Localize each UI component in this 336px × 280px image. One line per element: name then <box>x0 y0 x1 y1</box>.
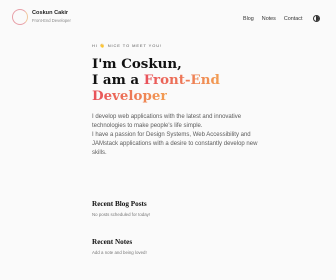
site-header: Coskun Cakir Front-End Developer Blog No… <box>0 0 336 36</box>
recent-notes-title: Recent Notes <box>92 238 133 246</box>
recent-notes-section: Recent Notes Add a note and being loved! <box>92 238 147 255</box>
hero-section: HI 👋 NICE TO MEET YOU! I'm Coskun, I am … <box>92 43 272 158</box>
hero-bio-2: I have a passion for Design Systems, Web… <box>92 132 258 156</box>
recent-notes-empty: Add a note and being loved! <box>92 250 147 255</box>
nav-contact-link[interactable]: Contact <box>284 16 303 22</box>
nav-blog-link[interactable]: Blog <box>243 16 254 22</box>
brand-home-link[interactable]: Coskun Cakir Front-End Developer <box>12 8 71 25</box>
theme-toggle-icon[interactable] <box>313 15 320 22</box>
headline-accent-developer: Developer <box>92 88 168 104</box>
headline-line-2-prefix: I am a <box>92 72 144 88</box>
hero-headline: I'm Coskun, I am a Front-End Developer <box>92 56 272 104</box>
headline-line-1: I'm Coskun, <box>92 56 182 72</box>
headline-accent-frontend: Front-End <box>143 72 220 88</box>
hero-kicker: HI 👋 NICE TO MEET YOU! <box>92 43 163 48</box>
recent-blog-posts-empty: No posts scheduled for today! <box>92 212 151 217</box>
main-nav: Blog Notes Contact <box>243 16 302 22</box>
brand-logo-icon <box>12 9 28 25</box>
nav-notes-link[interactable]: Notes <box>262 16 276 22</box>
recent-blog-posts-section: Recent Blog Posts No posts scheduled for… <box>92 200 150 217</box>
hero-bio-1: I develop web applications with the late… <box>92 114 242 129</box>
brand-name: Coskun Cakir <box>32 10 69 16</box>
hero-bio: I develop web applications with the late… <box>92 113 264 158</box>
brand-role: Front-End Developer <box>32 17 71 23</box>
recent-blog-posts-title: Recent Blog Posts <box>92 200 147 208</box>
brand-text: Coskun Cakir Front-End Developer <box>32 8 71 23</box>
